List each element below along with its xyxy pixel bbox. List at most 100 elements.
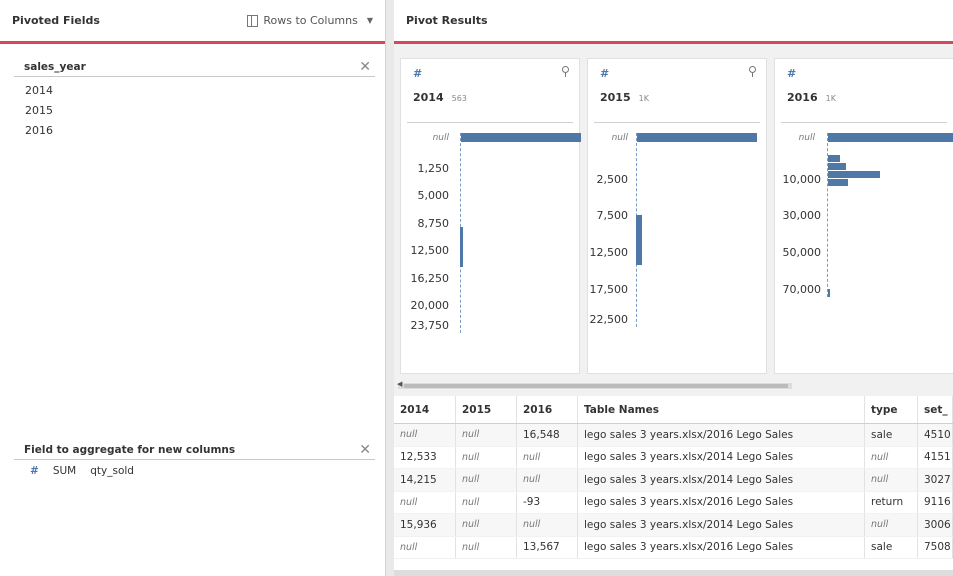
table-cell[interactable]: lego sales 3 years.xlsx/2014 Lego Sales <box>578 446 865 468</box>
pivot-value[interactable]: 2016 <box>0 121 385 141</box>
profile-cards: # 2014 563 null 1,250 5,000 8,750 12,500 … <box>394 50 953 374</box>
table-cell[interactable]: 3027 <box>918 469 953 491</box>
histogram-bar[interactable] <box>636 215 642 265</box>
card-count: 1K <box>638 94 649 103</box>
axis-tick-label: null <box>432 133 449 143</box>
table-cell[interactable]: sale <box>865 424 918 446</box>
table-cell[interactable]: null <box>456 469 517 491</box>
table-cell[interactable]: 15,936 <box>394 514 456 536</box>
rows-to-columns-dropdown[interactable]: Rows to Columns ▼ <box>247 14 373 27</box>
pin-icon[interactable] <box>562 66 569 77</box>
table-cell[interactable]: null <box>865 469 918 491</box>
histogram-bar[interactable] <box>460 227 463 267</box>
axis-tick-label: null <box>798 133 815 143</box>
column-header-2016[interactable]: 2016 <box>517 396 578 423</box>
table-cell[interactable]: 9116 <box>918 491 953 513</box>
pivot-results-title: Pivot Results <box>406 14 488 27</box>
axis-tick-label: 2,500 <box>596 173 629 186</box>
null-bar[interactable] <box>828 133 953 142</box>
table-cell[interactable]: lego sales 3 years.xlsx/2016 Lego Sales <box>578 424 865 446</box>
histogram-bar[interactable] <box>828 179 848 186</box>
histogram[interactable]: null 10,000 30,000 50,000 70,000 <box>775 133 953 373</box>
table-cell[interactable]: 14,215 <box>394 469 456 491</box>
axis-tick-label: 10,000 <box>782 173 822 186</box>
table-row[interactable]: 14,215 null null lego sales 3 years.xlsx/20… <box>394 469 953 492</box>
aggregate-field-row[interactable]: # SUM qty_sold <box>14 460 375 482</box>
table-cell[interactable]: lego sales 3 years.xlsx/2014 Lego Sales <box>578 514 865 536</box>
axis-tick-label: 23,750 <box>410 319 450 332</box>
table-cell[interactable]: -93 <box>517 491 578 513</box>
number-type-icon: # <box>600 67 610 80</box>
table-cell[interactable]: null <box>394 424 456 446</box>
table-cell[interactable]: null <box>517 446 578 468</box>
table-row[interactable]: 15,936 null null lego sales 3 years.xlsx/20… <box>394 514 953 537</box>
pivot-value[interactable]: 2014 <box>0 81 385 101</box>
axis-tick-label: 50,000 <box>782 246 822 259</box>
pivoted-fields-pane: Pivoted Fields Rows to Columns ▼ sales_y… <box>0 0 386 576</box>
column-header-type[interactable]: type <box>865 396 918 423</box>
histogram-bar[interactable] <box>828 163 846 170</box>
table-cell[interactable]: null <box>517 469 578 491</box>
table-cell[interactable]: null <box>394 491 456 513</box>
table-cell[interactable]: null <box>456 424 517 446</box>
table-cell[interactable]: null <box>456 446 517 468</box>
column-header-table-names[interactable]: Table Names <box>578 396 865 423</box>
table-row[interactable]: 12,533 null null lego sales 3 years.xlsx/20… <box>394 446 953 469</box>
table-cell[interactable]: null <box>865 446 918 468</box>
column-header-2015[interactable]: 2015 <box>456 396 517 423</box>
pivot-field-header: sales_year ✕ <box>14 59 375 77</box>
table-cell[interactable]: 3006 <box>918 514 953 536</box>
table-cell[interactable]: 4151 <box>918 446 953 468</box>
chevron-down-icon[interactable]: ▼ <box>367 16 373 25</box>
table-cell[interactable]: null <box>394 536 456 558</box>
table-horizontal-scrollbar[interactable] <box>394 570 953 576</box>
table-cell[interactable]: sale <box>865 536 918 558</box>
profile-card-2015[interactable]: # 2015 1K null 2,500 7,500 12,500 17,500 … <box>587 58 767 374</box>
histogram-bar[interactable] <box>828 171 880 178</box>
card-field-name: 2016 <box>787 91 818 104</box>
table-cell[interactable]: return <box>865 491 918 513</box>
column-header-set[interactable]: set_ <box>918 396 953 423</box>
table-cell[interactable]: 12,533 <box>394 446 456 468</box>
table-cell[interactable]: lego sales 3 years.xlsx/2016 Lego Sales <box>578 491 865 513</box>
rows-to-columns-label: Rows to Columns <box>263 14 358 27</box>
column-header-2014[interactable]: 2014 <box>394 396 456 423</box>
table-cell[interactable]: null <box>456 491 517 513</box>
pivot-results-header: Pivot Results <box>394 0 953 44</box>
null-bar[interactable] <box>637 133 757 142</box>
scrollbar-thumb[interactable] <box>404 384 788 388</box>
table-cell[interactable]: null <box>517 514 578 536</box>
aggregate-title: Field to aggregate for new columns <box>24 443 236 456</box>
table-cell[interactable]: null <box>456 536 517 558</box>
axis-tick-label: null <box>611 133 628 143</box>
profile-card-2014[interactable]: # 2014 563 null 1,250 5,000 8,750 12,500 … <box>400 58 581 374</box>
table-row[interactable]: null null 13,567 lego sales 3 years.xlsx/20… <box>394 536 953 559</box>
table-cell[interactable]: 7508 <box>918 536 953 558</box>
null-bar[interactable] <box>461 133 581 142</box>
table-cell[interactable]: 13,567 <box>517 536 578 558</box>
remove-pivot-field-icon[interactable]: ✕ <box>359 60 371 74</box>
table-header-row: 2014 2015 2016 Table Names type set_ <box>394 396 953 424</box>
table-cell[interactable]: lego sales 3 years.xlsx/2016 Lego Sales <box>578 536 865 558</box>
table-row[interactable]: null null -93 lego sales 3 years.xlsx/2016 … <box>394 491 953 514</box>
axis-tick-label: 8,750 <box>417 217 450 230</box>
aggregate-function[interactable]: SUM <box>53 465 76 477</box>
histogram[interactable]: null 2,500 7,500 12,500 17,500 22,500 <box>588 133 768 373</box>
table-cell[interactable]: 4510 <box>918 424 953 446</box>
table-cell[interactable]: null <box>456 514 517 536</box>
table-cell[interactable]: lego sales 3 years.xlsx/2014 Lego Sales <box>578 469 865 491</box>
aggregate-field-name: qty_sold <box>90 465 134 477</box>
histogram-bar[interactable] <box>828 155 840 162</box>
profile-card-2016[interactable]: # 2016 1K null 10,000 30,000 50,000 70,00… <box>774 58 953 374</box>
remove-aggregate-icon[interactable]: ✕ <box>359 443 371 457</box>
pin-icon[interactable] <box>749 66 756 77</box>
histogram[interactable]: null 1,250 5,000 8,750 12,500 16,250 20,… <box>401 133 581 373</box>
pivot-value[interactable]: 2015 <box>0 101 385 121</box>
histogram-bar[interactable] <box>828 289 830 297</box>
table-row[interactable]: null null 16,548 lego sales 3 years.xlsx/20… <box>394 424 953 447</box>
scroll-left-icon[interactable]: ◀ <box>397 380 402 388</box>
table-cell[interactable]: null <box>865 514 918 536</box>
table-cell[interactable]: 16,548 <box>517 424 578 446</box>
cards-horizontal-scrollbar[interactable]: ◀ <box>397 380 792 389</box>
rows-to-columns-icon <box>247 14 259 27</box>
